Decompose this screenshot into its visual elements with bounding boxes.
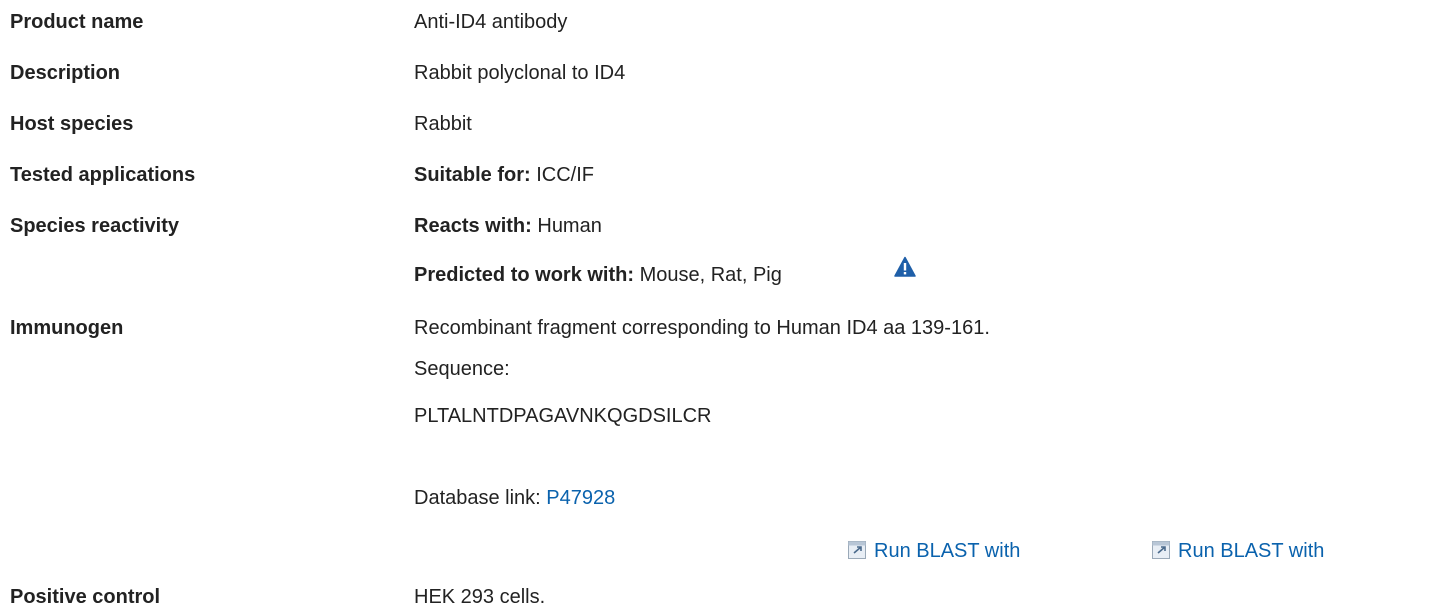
run-blast-label-1: Run BLAST with <box>874 540 1021 562</box>
sequence-value: PLTALNTDPAGAVNKQGDSILCR <box>414 405 712 427</box>
product-name-value: Anti-ID4 antibody <box>414 11 568 33</box>
description-label: Description <box>10 62 121 84</box>
reacts-with-value: Human <box>531 215 602 237</box>
host-species-label: Host species <box>10 113 134 135</box>
description-value: Rabbit polyclonal to ID4 <box>414 62 626 84</box>
tested-applications-label: Tested applications <box>10 164 196 186</box>
predicted-prefix: Predicted to work with: <box>414 264 635 286</box>
sequence-label: Sequence: <box>414 358 510 380</box>
host-species-value: Rabbit <box>414 113 472 135</box>
tested-applications-value: Suitable for: ICC/IF <box>414 164 594 187</box>
species-reactivity-label: Species reactivity <box>10 215 179 237</box>
external-window-icon <box>1152 541 1170 559</box>
run-blast-label-2: Run BLAST with <box>1178 540 1325 562</box>
database-link-line: Database link: P47928 <box>414 487 615 510</box>
warning-triangle-icon[interactable] <box>894 256 916 278</box>
run-blast-button-2[interactable]: Run BLAST with <box>1152 540 1324 563</box>
reacts-with-line: Reacts with: Human <box>414 215 602 238</box>
database-link[interactable]: P47928 <box>546 487 615 509</box>
positive-control-value: HEK 293 cells. <box>414 586 546 608</box>
immunogen-description: Recombinant fragment corresponding to Hu… <box>414 317 990 339</box>
predicted-line: Predicted to work with: Mouse, Rat, Pig <box>414 264 782 287</box>
immunogen-label: Immunogen <box>10 317 124 339</box>
external-window-icon <box>848 541 866 559</box>
reacts-with-prefix: Reacts with: <box>414 215 532 237</box>
positive-control-label: Positive control <box>10 586 161 608</box>
predicted-value: Mouse, Rat, Pig <box>634 264 782 286</box>
product-name-label: Product name <box>10 11 144 33</box>
database-link-prefix: Database link: <box>414 487 547 509</box>
run-blast-button-1[interactable]: Run BLAST with <box>848 540 1020 563</box>
suitable-for-prefix: Suitable for: <box>414 164 531 186</box>
suitable-for-value: ICC/IF <box>530 164 595 186</box>
